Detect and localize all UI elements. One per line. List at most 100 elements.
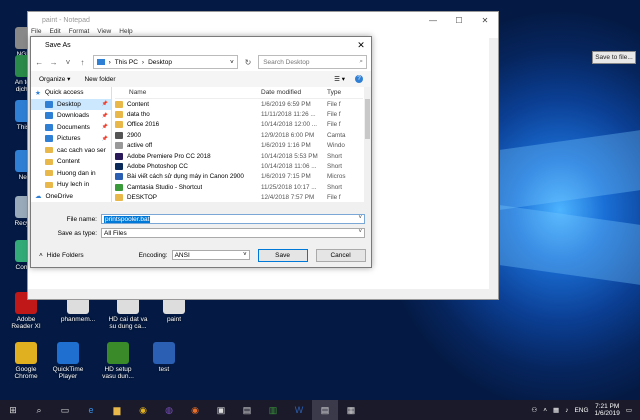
nav-tree-item[interactable]: Desktop 📌 [31,98,111,110]
scroll-thumb[interactable] [365,99,370,139]
nav-tree-item[interactable]: Content [31,156,111,168]
file-date: 1/6/2019 7:15 PM [261,173,311,181]
file-row[interactable]: Bài viết cách sử dụng máy in Canon 2900 1… [115,172,363,182]
file-row[interactable]: 2900 12/9/2018 6:00 PM Camta [115,130,363,140]
cloud-icon: ☁ [35,193,42,201]
up-arrow-icon[interactable]: ↑ [78,58,86,67]
minimize-icon[interactable]: — [420,16,446,25]
notification-icon[interactable]: ▭ [626,406,632,414]
file-name: DESKTOP [127,194,157,202]
file-name: 2900 [127,131,142,139]
nav-tree-label: Huy lech in [57,181,90,189]
network-icon[interactable]: ▦ [553,406,559,414]
nav-tree-item[interactable]: cac cach vao ser [31,145,111,157]
clock[interactable]: 7:21 PM 1/6/2019 [595,403,620,417]
file-row[interactable]: Adobe Premiere Pro CC 2018 10/14/2018 5:5… [115,151,363,161]
people-icon[interactable]: ⚇ [531,406,537,414]
hide-folders-toggle[interactable]: ˄ Hide Folders [39,252,84,259]
refresh-icon[interactable]: ↻ [244,58,252,67]
file-name: Camtasia Studio - Shortcut [127,183,203,191]
back-arrow-icon[interactable]: ← [35,58,43,67]
nav-tree-item[interactable]: Huy lech in [31,179,111,191]
nav-tree-item[interactable]: Documents 📌 [31,122,111,134]
word-icon[interactable]: W [286,400,312,420]
chrome-icon[interactable]: ◉ [130,400,156,420]
file-name: Content [127,100,150,108]
file-name-input[interactable]: printspooler.bat ˅ [101,214,365,224]
save-button[interactable]: Save [257,248,308,262]
edge-icon[interactable]: e [78,400,104,420]
file-list-scrollbar[interactable] [364,87,371,202]
file-type: Windo [327,142,345,150]
desktop-icon-label: phanmem... [60,316,96,323]
file-explorer-icon[interactable]: ▆ [104,400,130,420]
file-row[interactable]: data tho 11/11/2018 11:26 ... File f [115,109,363,119]
search-icon[interactable]: ⌕ [26,400,52,420]
volume-icon[interactable]: ♪ [565,407,568,414]
tor-icon[interactable]: ◍ [156,400,182,420]
language-indicator[interactable]: ENG [574,407,588,414]
desktop-app-icon [107,342,129,364]
file-row[interactable]: Adobe Photoshop CC 10/14/2018 11:06 ... Sh… [115,161,363,171]
column-type[interactable]: Type [327,89,363,96]
notepad-hscroll[interactable] [28,289,498,299]
nav-tree-label: Huong dan in [57,169,96,177]
nav-tree-item[interactable]: Pictures 📌 [31,133,111,145]
file-row[interactable]: DESKTOP 12/4/2018 7:57 PM File f [115,193,363,202]
dialog-close-icon[interactable]: ✕ [351,40,371,51]
notepad-taskbar-icon[interactable]: ▤ [312,400,338,420]
breadcrumb-this-pc[interactable]: This PC [115,59,138,66]
notepad-titlebar[interactable]: paint - Notepad — ☐ ✕ [28,12,498,28]
save-type-select[interactable]: All Files ˅ [101,228,365,238]
dialog-titlebar[interactable]: Save As ✕ [31,37,371,53]
nav-tree-item[interactable]: Downloads 📌 [31,110,111,122]
close-icon[interactable]: ✕ [472,16,498,25]
chevron-down-icon[interactable]: ˅ [358,215,362,221]
new-folder-button[interactable]: New folder [84,76,115,83]
screen-icon[interactable]: ▤ [234,400,260,420]
nav-tree-item[interactable]: ★ Quick access [31,87,111,99]
cancel-button[interactable]: Cancel [315,248,366,262]
pc-icon [96,59,105,65]
nav-tree-item[interactable]: ☁ OneDrive [31,191,111,203]
breadcrumb-desktop[interactable]: Desktop [148,59,172,66]
desktop-icon[interactable]: HD setup vasu dun... [94,342,142,380]
column-name[interactable]: Name [115,89,261,96]
help-icon[interactable]: ? [355,75,363,83]
notepad-vscroll[interactable] [489,38,498,289]
search-icon: ⌕ [359,58,363,65]
desktop-icon[interactable]: Google Chrome [2,342,50,380]
file-icon [115,194,123,202]
recorder-icon[interactable]: ▥ [260,400,286,420]
firefox-icon[interactable]: ◉ [182,400,208,420]
library-icon [45,100,53,108]
file-row[interactable]: Content 1/6/2019 6:59 PM File f [115,99,363,109]
forward-arrow-icon[interactable]: → [49,58,58,67]
view-options-icon[interactable]: ☰ ▾ [334,75,345,83]
file-icon [115,100,123,108]
chevron-down-icon[interactable]: ˅ [358,229,362,235]
store-icon[interactable]: ▣ [208,400,234,420]
file-icon [115,173,123,181]
encoding-select[interactable]: ANSI ˅ [171,250,250,260]
file-type: Short [327,163,343,171]
start-icon[interactable]: ⊞ [0,400,26,420]
recent-dropdown-icon[interactable]: ˅ [64,58,72,67]
desktop-icon[interactable]: QuickTime Player [44,342,92,380]
desktop-icon[interactable]: test [140,342,188,373]
file-date: 10/14/2018 5:53 PM [261,152,318,160]
file-row[interactable]: Camtasia Studio - Shortcut 11/25/2018 10:… [115,182,363,192]
encoding-label: Encoding: [138,251,168,259]
organize-button[interactable]: Organize ▾ [39,75,70,83]
file-row[interactable]: active off 1/6/2019 1:16 PM Windo [115,141,363,151]
file-row[interactable]: Office 2016 10/14/2018 12:00 ... File f [115,120,363,130]
chevron-up-icon[interactable]: ˄ [543,407,547,414]
column-date[interactable]: Date modified [261,89,327,96]
address-dropdown-icon[interactable]: ˅ [230,59,234,66]
address-bar[interactable]: › This PC › Desktop ˅ [92,55,238,69]
nav-tree-item[interactable]: Huong dan in [31,168,111,180]
maximize-icon[interactable]: ☐ [446,16,472,25]
camtasia-icon[interactable]: ▦ [338,400,364,420]
search-input[interactable]: Search Desktop ⌕ [258,55,367,69]
task-view-icon[interactable]: ▭ [52,400,78,420]
